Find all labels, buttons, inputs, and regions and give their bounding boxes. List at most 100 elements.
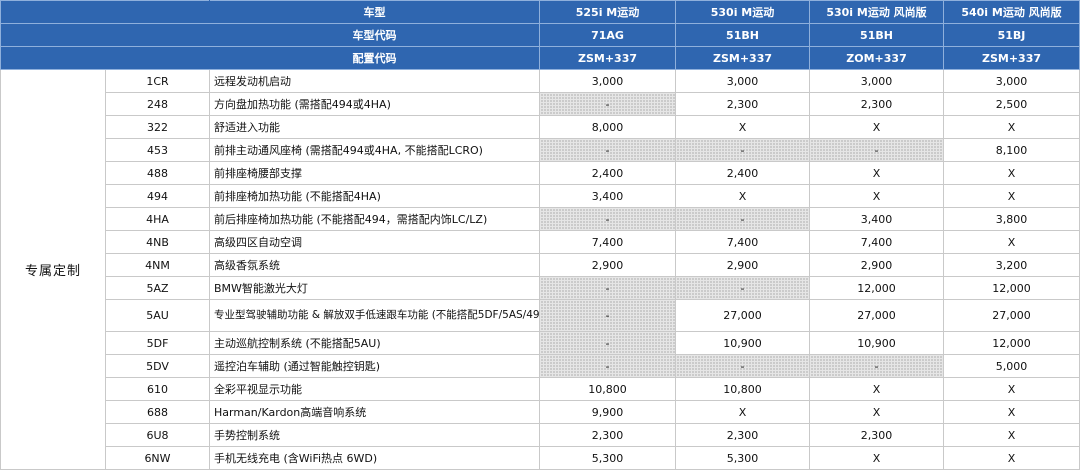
price-cell: 3,000 [675, 69, 810, 93]
price-cell: X [943, 161, 1080, 185]
price-cell: 12,000 [943, 331, 1080, 355]
header-cell: 530i M运动 风尚版 [809, 0, 944, 24]
table-row: 4NB 高级四区自动空调 7,400 7,400 7,400 X [1, 230, 1080, 254]
option-code: 5AZ [105, 276, 210, 300]
table-row: 4HA 前后排座椅加热功能 (不能搭配494，需搭配内饰LC/LZ) - -3,400… [1, 207, 1080, 231]
table-row: 494 前排座椅加热功能 (不能搭配4HA) 3,400 X X X [1, 184, 1080, 208]
header-cell: 51BJ [943, 23, 1080, 47]
price-cell: X [809, 161, 944, 185]
price-cell: X [943, 400, 1080, 424]
option-description: Harman/Kardon高端音响系统 [209, 400, 540, 424]
price-cell: X [809, 400, 944, 424]
price-cell: X [675, 184, 810, 208]
price-cell: X [809, 446, 944, 470]
price-cell: 3,400 [809, 207, 944, 231]
table-row: 4NM 高级香氛系统 2,900 2,900 2,900 3,200 [1, 253, 1080, 277]
option-code: 494 [105, 184, 210, 208]
price-cell: X [943, 115, 1080, 139]
price-cell: 2,300 [675, 423, 810, 447]
price-cell: 2,900 [675, 253, 810, 277]
option-code: 248 [105, 92, 210, 116]
option-code: 4NM [105, 253, 210, 277]
price-cell: 3,000 [539, 69, 676, 93]
price-cell: 2,300 [809, 92, 944, 116]
price-cell: 2,300 [675, 92, 810, 116]
option-description: 舒适进入功能 [209, 115, 540, 139]
table-row: 6NW 手机无线充电 (含WiFi热点 6WD) 5,300 5,300 X X [1, 446, 1080, 470]
price-cell-unavailable: - [539, 354, 676, 378]
option-code: 6NW [105, 446, 210, 470]
price-cell-unavailable: - [675, 276, 810, 300]
table-row: 248 方向盘加热功能 (需搭配494或4HA) -2,300 2,300 2,500 [1, 92, 1080, 116]
price-cell: X [943, 423, 1080, 447]
table-row: 322 舒适进入功能 8,000 X X X [1, 115, 1080, 139]
option-code: 488 [105, 161, 210, 185]
price-cell: 2,300 [809, 423, 944, 447]
price-cell-unavailable: - [539, 138, 676, 162]
price-cell: 3,000 [809, 69, 944, 93]
price-cell-unavailable: - [675, 354, 810, 378]
table-row: 610 全彩平视显示功能 10,800 10,800 X X [1, 377, 1080, 401]
table-row: 5AZ BMW智能激光大灯 - -12,000 12,000 [1, 276, 1080, 300]
header-row-model-code: 车型代码 71AG 51BH 51BH 51BJ [0, 23, 1080, 47]
price-cell: 7,400 [809, 230, 944, 254]
price-cell: 10,900 [809, 331, 944, 355]
price-cell: 27,000 [809, 299, 944, 332]
price-cell: 9,900 [539, 400, 676, 424]
table-row: 453 前排主动通风座椅 (需搭配494或4HA, 不能搭配LCRO) - - -8,1… [1, 138, 1080, 162]
price-cell: 5,300 [675, 446, 810, 470]
option-description: 高级香氛系统 [209, 253, 540, 277]
table-row: 688 Harman/Kardon高端音响系统 9,900 X X X [1, 400, 1080, 424]
header-cell: 525i M运动 [539, 0, 676, 24]
table-row: 5AU 专业型驾驶辅助功能 & 解放双手低速跟车功能 (不能搭配5DF/5AS/4… [1, 299, 1080, 332]
price-cell: X [943, 230, 1080, 254]
table-row: 6U8 手势控制系统 2,300 2,300 2,300 X [1, 423, 1080, 447]
price-cell-unavailable: - [539, 276, 676, 300]
table-row: 488 前排座椅腰部支撑 2,400 2,400 X X [1, 161, 1080, 185]
options-price-table: 车型 525i M运动 530i M运动 530i M运动 风尚版 540i M… [0, 0, 1080, 470]
header-cell: ZSM+337 [675, 46, 810, 70]
header-blank [0, 0, 210, 24]
header-cell: ZSM+337 [539, 46, 676, 70]
option-description: 前排座椅腰部支撑 [209, 161, 540, 185]
price-cell-unavailable: - [809, 138, 944, 162]
table-row: 5DV 遥控泊车辅助 (通过智能触控钥匙) - - -5,000 [1, 354, 1080, 378]
price-cell: 10,800 [539, 377, 676, 401]
price-cell: 27,000 [943, 299, 1080, 332]
price-cell-unavailable: - [675, 207, 810, 231]
price-cell: 3,400 [539, 184, 676, 208]
price-cell: 2,500 [943, 92, 1080, 116]
table-row: 专属定制 1CR 远程发动机启动 3,000 3,000 3,000 3,000 [0, 69, 1080, 470]
option-description: 手机无线充电 (含WiFi热点 6WD) [209, 446, 540, 470]
price-cell: 8,000 [539, 115, 676, 139]
price-cell: 3,200 [943, 253, 1080, 277]
option-code: 6U8 [105, 423, 210, 447]
price-cell: X [675, 400, 810, 424]
option-description: 方向盘加热功能 (需搭配494或4HA) [209, 92, 540, 116]
option-description: 远程发动机启动 [209, 69, 540, 93]
header-row-model: 车型 525i M运动 530i M运动 530i M运动 风尚版 540i M… [0, 0, 1080, 24]
header-label-config-code: 配置代码 [209, 46, 540, 70]
option-code: 5DF [105, 331, 210, 355]
price-cell-unavailable: - [675, 138, 810, 162]
option-description: 遥控泊车辅助 (通过智能触控钥匙) [209, 354, 540, 378]
price-cell: 2,400 [675, 161, 810, 185]
price-cell: 10,800 [675, 377, 810, 401]
option-code: 5DV [105, 354, 210, 378]
price-cell: 5,000 [943, 354, 1080, 378]
header-cell: 530i M运动 [675, 0, 810, 24]
header-cell: 71AG [539, 23, 676, 47]
header-blank [0, 23, 210, 47]
header-cell: 540i M运动 风尚版 [943, 0, 1080, 24]
option-description: 前排主动通风座椅 (需搭配494或4HA, 不能搭配LCRO) [209, 138, 540, 162]
price-cell: 2,900 [539, 253, 676, 277]
option-code: 4NB [105, 230, 210, 254]
price-cell-unavailable: - [539, 207, 676, 231]
option-description: 高级四区自动空调 [209, 230, 540, 254]
price-cell-unavailable: - [539, 92, 676, 116]
option-description: 专业型驾驶辅助功能 & 解放双手低速跟车功能 (不能搭配5DF/5AS/490个… [209, 299, 540, 332]
header-cell: 51BH [675, 23, 810, 47]
price-cell: X [809, 115, 944, 139]
header-label-model-code: 车型代码 [209, 23, 540, 47]
option-code: 1CR [105, 69, 210, 93]
